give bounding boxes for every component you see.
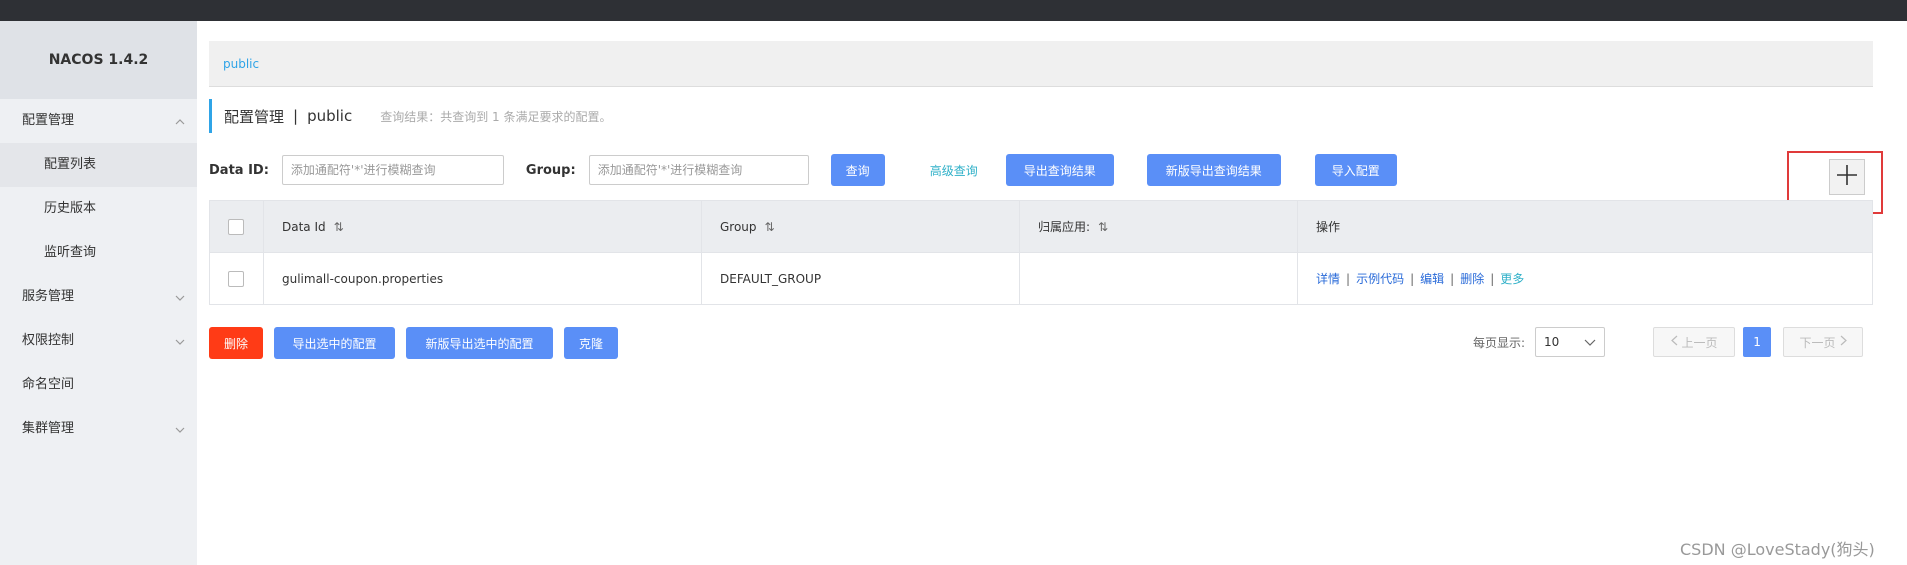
- add-config-button[interactable]: [1829, 159, 1865, 195]
- chevron-down-icon: [175, 407, 185, 451]
- import-config-button[interactable]: 导入配置: [1314, 154, 1397, 186]
- title-separator: |: [293, 107, 299, 125]
- sidebar-item-listener-query[interactable]: 监听查询: [0, 231, 197, 275]
- export-selected-button[interactable]: 导出选中的配置: [274, 327, 395, 359]
- delete-link[interactable]: 删除: [1460, 272, 1484, 286]
- sidebar-item-service-management[interactable]: 服务管理: [0, 275, 197, 319]
- page-size-select[interactable]: 10: [1535, 327, 1606, 357]
- bulk-actions: 删除 导出选中的配置 新版导出选中的配置 克隆: [209, 327, 618, 359]
- app-cell: [1019, 252, 1298, 305]
- group-label: Group:: [525, 162, 576, 178]
- sidebar-item-label: 历史版本: [44, 201, 97, 216]
- column-header-app[interactable]: 归属应用: ⇅: [1019, 200, 1298, 253]
- sidebar-item-label: 监听查询: [44, 245, 97, 260]
- page-size-value: 10: [1544, 335, 1560, 349]
- clone-button[interactable]: 克隆: [564, 327, 618, 359]
- chevron-down-icon: [1584, 335, 1596, 349]
- prev-page-button[interactable]: 上一页: [1653, 327, 1736, 357]
- query-button[interactable]: 查询: [830, 154, 885, 186]
- chevron-left-icon: [1670, 335, 1678, 349]
- sidebar-item-config-list[interactable]: 配置列表: [0, 143, 197, 187]
- app-logo: NACOS 1.4.2: [0, 21, 197, 99]
- sort-icon[interactable]: ⇅: [1098, 220, 1108, 234]
- column-header-actions: 操作: [1297, 200, 1873, 253]
- new-export-query-results-button[interactable]: 新版导出查询结果: [1146, 154, 1281, 186]
- group-cell: DEFAULT_GROUP: [701, 252, 1020, 305]
- actions-cell: 详情 | 示例代码 | 编辑 | 删除 | 更多: [1297, 252, 1873, 305]
- sort-icon[interactable]: ⇅: [334, 220, 344, 234]
- table-header-row: Data Id ⇅ Group ⇅ 归属应用: ⇅ 操作: [209, 200, 1873, 253]
- sidebar-item-label: 命名空间: [22, 377, 75, 392]
- row-select-cell: [209, 252, 264, 305]
- sidebar-item-label: 配置列表: [44, 157, 97, 172]
- namespace-link[interactable]: public: [223, 57, 259, 71]
- group-input[interactable]: [588, 155, 809, 185]
- edit-link[interactable]: 编辑: [1420, 272, 1444, 286]
- select-all-checkbox[interactable]: [228, 218, 244, 235]
- more-link[interactable]: 更多: [1500, 272, 1524, 286]
- sample-code-link[interactable]: 示例代码: [1356, 272, 1404, 286]
- new-export-selected-button[interactable]: 新版导出选中的配置: [406, 327, 553, 359]
- data-id-input[interactable]: [281, 155, 504, 185]
- advanced-query-link[interactable]: 高级查询: [930, 162, 978, 179]
- chevron-down-icon: [175, 319, 185, 363]
- sidebar-item-namespace[interactable]: 命名空间: [0, 363, 197, 407]
- sort-icon[interactable]: ⇅: [765, 220, 775, 234]
- column-header-group[interactable]: Group ⇅: [701, 200, 1020, 253]
- sidebar-item-config-management[interactable]: 配置管理: [0, 99, 197, 143]
- chevron-down-icon: [175, 275, 185, 319]
- next-page-button[interactable]: 下一页: [1783, 327, 1864, 357]
- page-header: 配置管理 | public 查询结果：共查询到 1 条满足要求的配置。: [209, 99, 611, 133]
- detail-link[interactable]: 详情: [1316, 272, 1340, 286]
- table-row: gulimall-coupon.properties DEFAULT_GROUP…: [209, 252, 1873, 305]
- sidebar-item-cluster-management[interactable]: 集群管理: [0, 407, 197, 451]
- page-title: 配置管理: [224, 107, 285, 126]
- page-size-label: 每页显示:: [1473, 335, 1526, 350]
- sidebar-item-label: 服务管理: [22, 289, 75, 304]
- search-bar: Data ID: Group: 查询 高级查询 导出查询结果 新版导出查询结果 …: [209, 154, 1397, 186]
- row-checkbox[interactable]: [228, 270, 244, 287]
- delete-selected-button[interactable]: 删除: [209, 327, 263, 359]
- export-query-results-button[interactable]: 导出查询结果: [1005, 154, 1114, 186]
- sidebar: NACOS 1.4.2 配置管理 配置列表 历史版本 监听查询 服务管理 权限控…: [0, 21, 197, 565]
- sidebar-item-label: 权限控制: [22, 333, 75, 348]
- data-id-label: Data ID:: [209, 162, 269, 178]
- chevron-up-icon: [175, 99, 185, 143]
- breadcrumb: public: [209, 41, 1873, 87]
- sidebar-item-history[interactable]: 历史版本: [0, 187, 197, 231]
- result-hint: 查询结果：共查询到 1 条满足要求的配置。: [380, 109, 612, 124]
- plus-icon: [1836, 164, 1858, 190]
- top-bar: [0, 0, 1907, 21]
- watermark: CSDN @LoveStady(狗头): [1680, 540, 1875, 559]
- data-id-cell: gulimall-coupon.properties: [263, 252, 702, 305]
- main-content: public 配置管理 | public 查询结果：共查询到 1 条满足要求的配…: [197, 21, 1907, 565]
- config-table: Data Id ⇅ Group ⇅ 归属应用: ⇅ 操作 gulimall-coupo…: [209, 200, 1873, 305]
- pagination: 每页显示: 10 上一页 1 下一页: [1473, 327, 1864, 357]
- column-header-data-id[interactable]: Data Id ⇅: [263, 200, 702, 253]
- sidebar-item-label: 配置管理: [22, 113, 75, 128]
- sidebar-item-label: 集群管理: [22, 421, 75, 436]
- page-1-button[interactable]: 1: [1743, 327, 1772, 357]
- select-all-cell: [209, 200, 264, 253]
- chevron-right-icon: [1840, 335, 1847, 349]
- sidebar-item-access-control[interactable]: 权限控制: [0, 319, 197, 363]
- current-namespace: public: [307, 107, 353, 125]
